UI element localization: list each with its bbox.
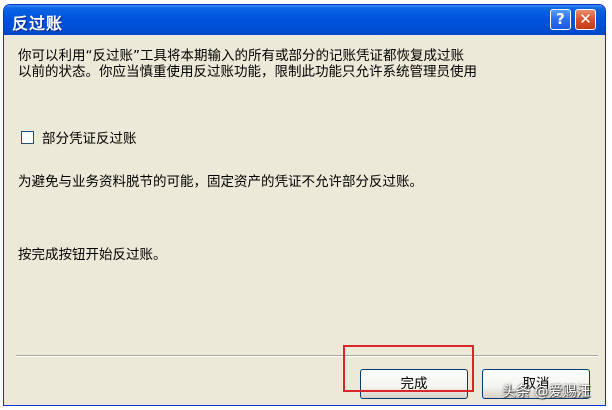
fixed-asset-note: 为避免与业务资料脱节的可能，固定资产的凭证不允许部分反过账。	[18, 174, 423, 190]
button-separator	[16, 355, 598, 357]
close-icon: ✕	[579, 10, 592, 28]
help-icon: ?	[556, 10, 565, 28]
close-button[interactable]: ✕	[575, 9, 596, 30]
partial-reverse-checkbox[interactable]	[21, 130, 34, 144]
partial-reverse-option[interactable]: 部分凭证反过账	[21, 127, 137, 147]
intro-line-1: 你可以利用“反过账”工具将本期输入的所有或部分的记账凭证都恢复成过账	[18, 48, 464, 64]
instruction-text: 按完成按钮开始反过账。	[18, 247, 167, 263]
dialog-content: 你可以利用“反过账”工具将本期输入的所有或部分的记账凭证都恢复成过账 以前的状态…	[4, 35, 605, 405]
title-bar[interactable]: 反过账 ? ✕	[4, 5, 605, 35]
partial-reverse-label[interactable]: 部分凭证反过账	[42, 127, 137, 147]
dialog-window: 反过账 ? ✕ 你可以利用“反过账”工具将本期输入的所有或部分的记账凭证都恢复成…	[3, 4, 606, 406]
intro-text: 你可以利用“反过账”工具将本期输入的所有或部分的记账凭证都恢复成过账 以前的状态…	[18, 48, 598, 80]
help-button[interactable]: ?	[550, 9, 571, 30]
finish-button[interactable]: 完成	[360, 369, 468, 399]
watermark-text: 头条 @爱赐汪	[502, 384, 591, 400]
dialog-title: 反过账	[12, 14, 64, 33]
intro-line-2: 以前的状态。你应当慎重使用反过账功能，限制此功能只允许系统管理员使用	[18, 64, 477, 80]
